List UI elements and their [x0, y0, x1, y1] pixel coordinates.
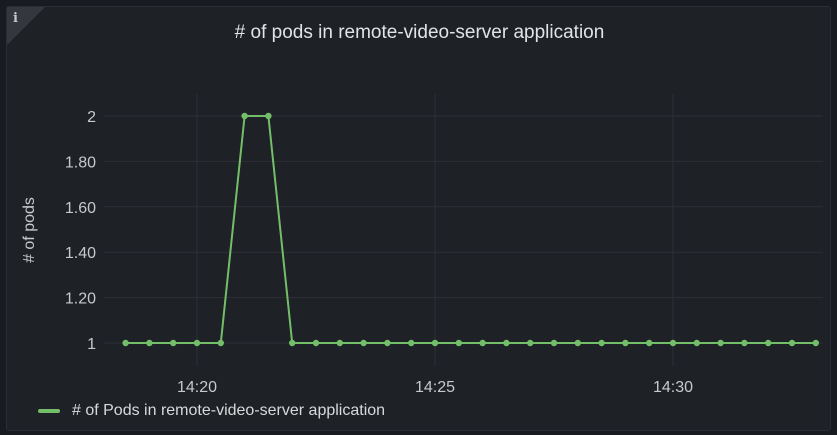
legend-swatch: [38, 409, 60, 413]
data-point: [717, 339, 724, 347]
data-point: [122, 339, 129, 347]
data-point: [431, 339, 439, 347]
y-axis-ticks: 1 1.20 1.40 1.60 1.80 2: [65, 109, 96, 353]
data-point: [527, 339, 534, 347]
y-tick-label: 1.40: [65, 245, 96, 262]
data-point: [408, 339, 415, 347]
line-chart: 1 1.20 1.40 1.60 1.80 2 14:20 14:25 14:30 # of …: [21, 94, 823, 396]
x-tick-label: 14:25: [415, 379, 455, 396]
data-point: [622, 339, 629, 347]
data-point: [312, 339, 320, 347]
data-point: [693, 339, 700, 347]
data-point: [360, 339, 367, 347]
data-point: [193, 339, 201, 347]
y-tick-label: 1.20: [65, 291, 96, 308]
y-axis-label: # of pods: [21, 197, 38, 263]
legend[interactable]: # of Pods in remote-video-server applica…: [38, 402, 385, 420]
data-point: [646, 339, 653, 347]
series-group: [122, 112, 819, 347]
y-tick-label: 2: [87, 109, 96, 126]
data-point: [241, 112, 248, 120]
data-point: [479, 339, 486, 347]
data-point: [741, 339, 748, 347]
y-tick-label: 1: [87, 336, 96, 353]
data-point: [289, 339, 296, 347]
y-tick-label: 1.80: [65, 154, 96, 171]
x-tick-label: 14:30: [653, 379, 693, 396]
data-point: [812, 339, 819, 347]
data-point: [503, 339, 510, 347]
data-point: [336, 339, 343, 347]
data-point: [788, 339, 796, 347]
data-point: [669, 339, 677, 347]
data-point: [455, 339, 462, 347]
data-point: [598, 339, 605, 347]
legend-label: # of Pods in remote-video-server applica…: [72, 402, 386, 419]
x-tick-label: 14:20: [177, 379, 217, 396]
data-point: [765, 339, 772, 347]
data-point: [574, 339, 581, 347]
x-axis-ticks: 14:20 14:25 14:30: [177, 379, 693, 396]
data-point: [550, 339, 558, 347]
data-point: [217, 339, 224, 347]
data-point: [384, 339, 391, 347]
data-point: [170, 339, 177, 347]
data-point: [265, 112, 272, 120]
series-line: [125, 115, 816, 344]
grid: [104, 94, 823, 366]
data-point: [146, 339, 153, 347]
y-tick-label: 1.60: [65, 200, 96, 217]
